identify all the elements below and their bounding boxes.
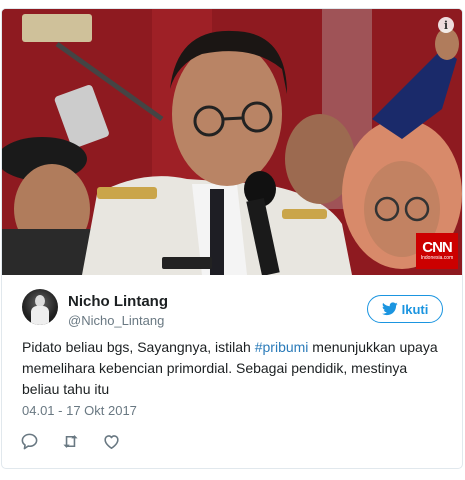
tweet-text-before: Pidato beliau bgs, Sayangnya, istilah xyxy=(22,339,255,355)
twitter-bird-icon xyxy=(381,302,398,316)
tweet-photo[interactable]: i CNN Indonesia.com xyxy=(2,9,462,275)
cnn-logo: CNN Indonesia.com xyxy=(416,233,458,269)
tweet-card: i CNN Indonesia.com Nicho Lintang @Nicho… xyxy=(1,8,463,469)
author-name[interactable]: Nicho Lintang xyxy=(68,293,168,310)
retweet-icon[interactable] xyxy=(61,432,80,451)
avatar[interactable] xyxy=(22,289,58,325)
photo-scene xyxy=(2,9,462,275)
tweet-actions xyxy=(20,431,121,451)
author-handle[interactable]: @Nicho_Lintang xyxy=(68,313,164,328)
cnn-logo-text: CNN xyxy=(422,239,452,256)
tweet-header: Nicho Lintang @Nicho_Lintang Ikuti xyxy=(2,275,462,335)
tweet-timestamp[interactable]: 04.01 - 17 Okt 2017 xyxy=(22,403,137,418)
follow-label: Ikuti xyxy=(401,301,429,317)
hashtag-link[interactable]: #pribumi xyxy=(255,339,309,355)
like-icon[interactable] xyxy=(102,432,121,451)
info-icon[interactable]: i xyxy=(438,17,454,33)
follow-button[interactable]: Ikuti xyxy=(367,295,443,323)
tweet-text: Pidato beliau bgs, Sayangnya, istilah #p… xyxy=(22,337,442,400)
reply-icon[interactable] xyxy=(20,432,39,451)
cnn-logo-sub: Indonesia.com xyxy=(420,255,454,261)
